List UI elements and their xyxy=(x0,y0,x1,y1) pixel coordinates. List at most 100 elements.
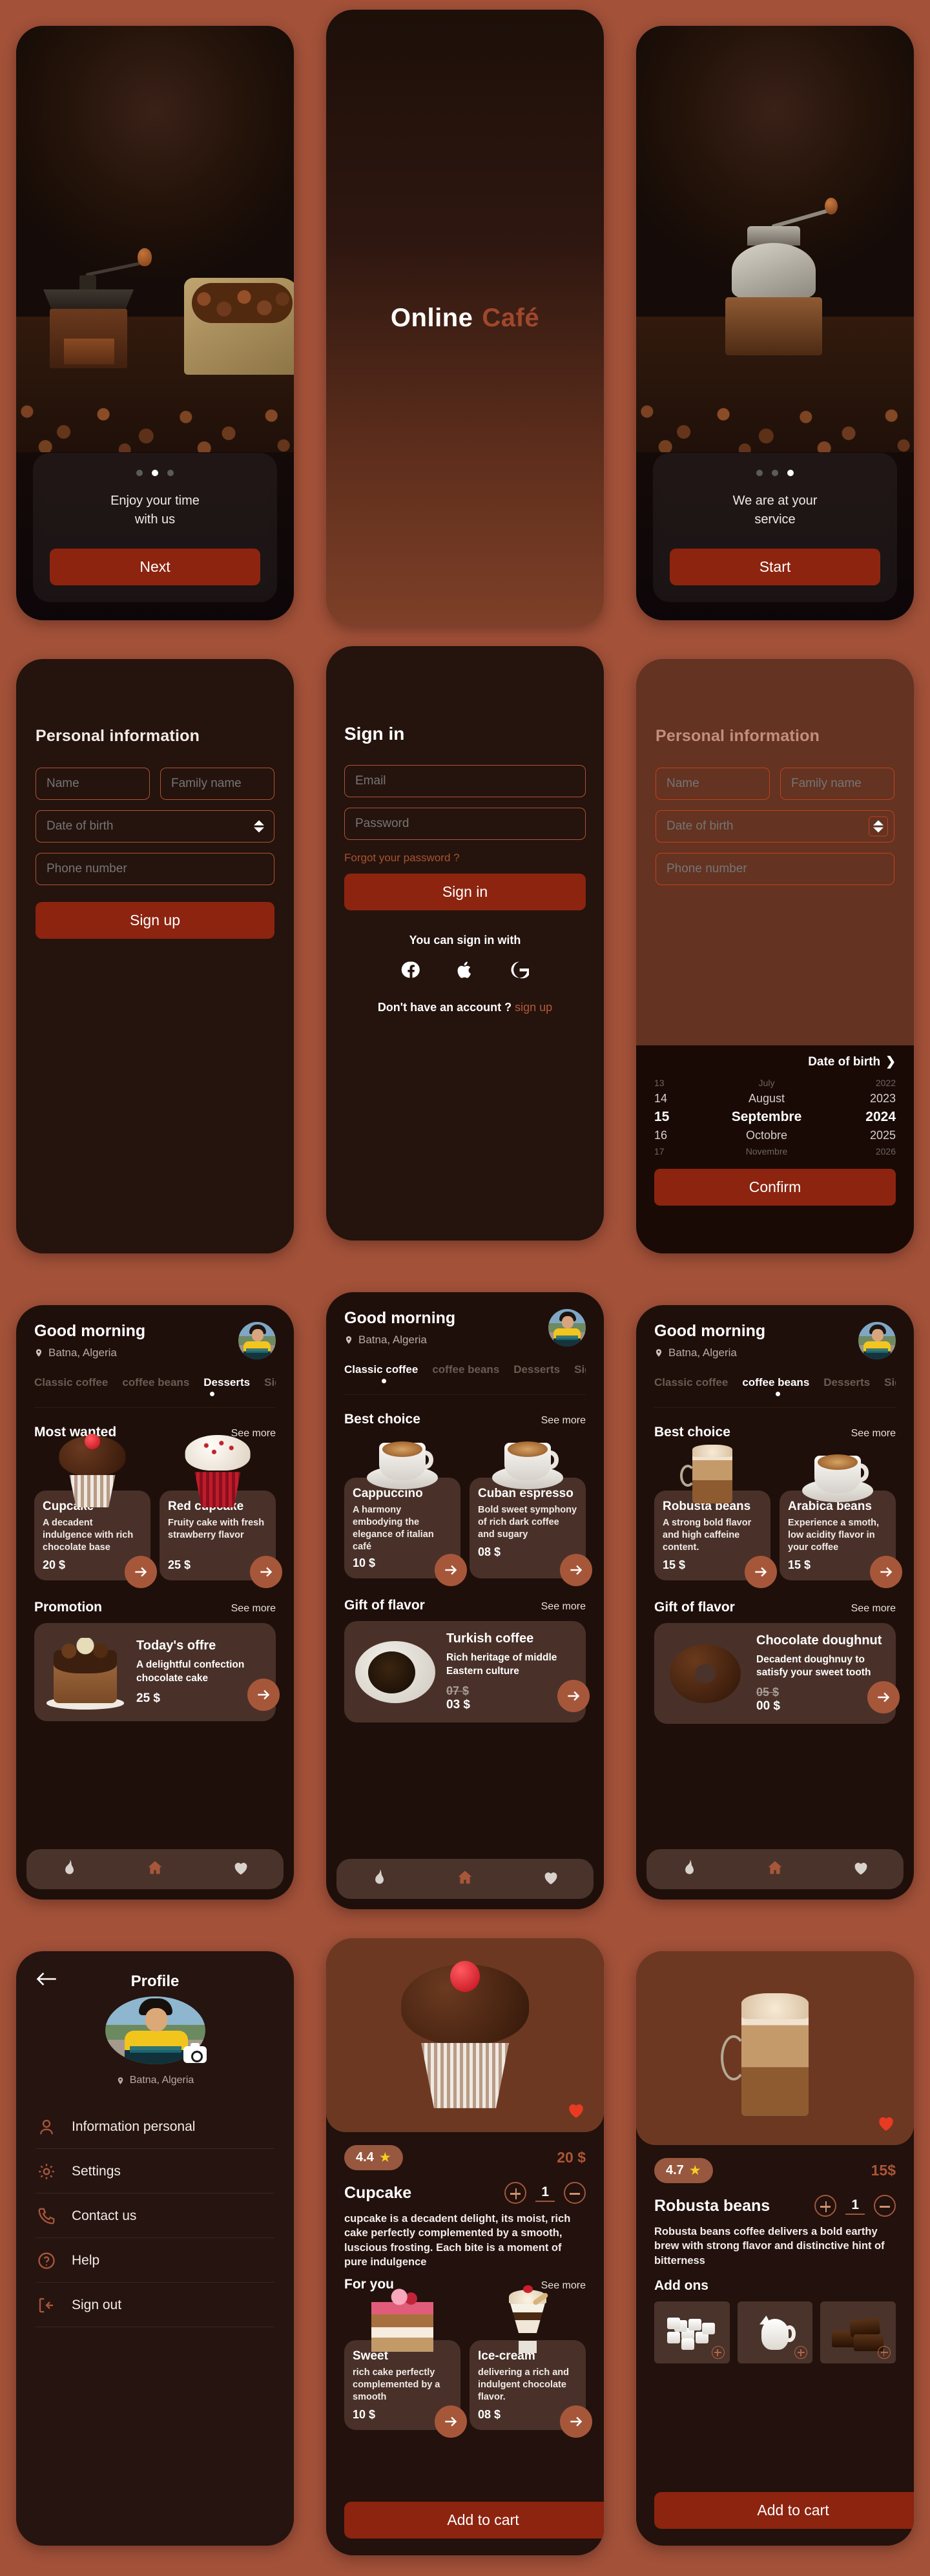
home-icon[interactable] xyxy=(456,1869,474,1890)
product-card[interactable]: Red cupcake Fruity cake with fresh straw… xyxy=(160,1434,282,1588)
product-card[interactable]: Robusta beans A strong bold flavor and h… xyxy=(654,1445,777,1588)
decrease-quantity-button[interactable] xyxy=(564,2182,586,2204)
family-name-input[interactable] xyxy=(160,768,274,800)
arrow-right-button[interactable] xyxy=(250,1556,282,1588)
menu-item-help[interactable]: Help xyxy=(36,2238,274,2283)
dot-2[interactable] xyxy=(772,470,778,476)
avatar[interactable] xyxy=(858,1322,896,1359)
tab-classic-coffee[interactable]: Classic coffee xyxy=(34,1376,108,1389)
sign-in-button[interactable]: Sign in xyxy=(344,874,586,910)
password-input[interactable] xyxy=(344,808,586,840)
flame-icon[interactable] xyxy=(60,1859,78,1880)
favorite-heart-icon[interactable] xyxy=(565,2100,587,2120)
promo-card[interactable]: Chocolate doughnut Decadent doughnuy to … xyxy=(654,1623,900,1724)
arrow-right-button[interactable] xyxy=(870,1556,902,1588)
promo-card[interactable]: Today's offre A delightful confection ch… xyxy=(34,1623,280,1721)
date-picker-rows[interactable]: 13 July 2022 14 August 2023 15 Septembre… xyxy=(654,1076,896,1158)
add-addon-icon[interactable] xyxy=(711,2345,725,2359)
see-more-link[interactable]: See more xyxy=(231,1603,276,1615)
apple-icon[interactable] xyxy=(455,960,475,983)
google-icon[interactable] xyxy=(510,960,531,983)
tab-desserts[interactable]: Desserts xyxy=(513,1363,560,1376)
arrow-right-button[interactable] xyxy=(560,1554,592,1587)
next-button[interactable]: Next xyxy=(50,549,260,585)
dot-3[interactable] xyxy=(167,470,174,476)
promo-card[interactable]: Turkish coffee Rich heritage of middle E… xyxy=(344,1621,590,1723)
flame-icon[interactable] xyxy=(680,1859,698,1880)
tab-desserts[interactable]: Desserts xyxy=(203,1376,250,1389)
add-to-cart-button[interactable]: Add to cart xyxy=(344,2502,604,2539)
phone-number-input[interactable] xyxy=(656,853,894,885)
tab-classic-coffee[interactable]: Classic coffee xyxy=(344,1363,418,1376)
dot-1[interactable] xyxy=(756,470,763,476)
date-row[interactable]: 14 August 2023 xyxy=(654,1090,896,1107)
sign-up-button[interactable]: Sign up xyxy=(36,902,274,939)
facebook-icon[interactable] xyxy=(401,960,420,983)
name-input[interactable] xyxy=(656,768,770,800)
date-of-birth-select[interactable] xyxy=(656,810,894,843)
tab-signature[interactable]: Signature xyxy=(574,1363,586,1376)
increase-quantity-button[interactable] xyxy=(504,2182,527,2204)
email-input[interactable] xyxy=(344,765,586,797)
product-card[interactable]: Cuban espresso Bold sweet symphony of ri… xyxy=(470,1441,592,1587)
increase-quantity-button[interactable] xyxy=(814,2195,837,2217)
arrow-right-button[interactable] xyxy=(867,1681,900,1714)
add-to-cart-button[interactable]: Add to cart xyxy=(654,2492,914,2529)
arrow-right-button[interactable] xyxy=(435,1554,467,1587)
product-card[interactable]: Arabica beans Experience a smoth, low ac… xyxy=(780,1454,902,1588)
addon-milk[interactable] xyxy=(737,2301,813,2363)
product-card[interactable]: Sweet rich cake perfectly complemented b… xyxy=(344,2288,467,2438)
favorite-heart-icon[interactable] xyxy=(875,2113,897,2133)
dot-1[interactable] xyxy=(136,470,143,476)
confirm-button[interactable]: Confirm xyxy=(654,1169,896,1206)
tab-desserts[interactable]: Desserts xyxy=(823,1376,870,1389)
home-icon[interactable] xyxy=(766,1859,784,1880)
addon-sugar-cubes[interactable] xyxy=(654,2301,730,2363)
name-input[interactable] xyxy=(36,768,150,800)
menu-item-contact-us[interactable]: Contact us xyxy=(36,2194,274,2238)
date-row-selected[interactable]: 15 Septembre 2024 xyxy=(654,1107,896,1127)
menu-item-sign-out[interactable]: Sign out xyxy=(36,2283,274,2327)
date-row[interactable]: 16 Octobre 2025 xyxy=(654,1127,896,1144)
decrease-quantity-button[interactable] xyxy=(874,2195,896,2217)
start-button[interactable]: Start xyxy=(670,549,880,585)
date-row[interactable]: 13 July 2022 xyxy=(654,1076,896,1090)
arrow-right-button[interactable] xyxy=(125,1556,157,1588)
product-card[interactable]: Cupcake A decadent indulgence with rich … xyxy=(34,1434,157,1588)
profile-avatar[interactable] xyxy=(105,1996,207,2064)
product-card[interactable]: Ice-cream delivering a rich and indulgen… xyxy=(470,2285,592,2438)
forgot-password-link[interactable]: Forgot your password ? xyxy=(344,852,586,864)
menu-item-information-personal[interactable]: Information personal xyxy=(36,2104,274,2149)
product-card[interactable]: Cappuccino A harmony embodying the elega… xyxy=(344,1441,467,1587)
phone-number-input[interactable] xyxy=(36,853,274,885)
flame-icon[interactable] xyxy=(370,1869,388,1890)
addon-chocolate[interactable] xyxy=(820,2301,896,2363)
arrow-right-button[interactable] xyxy=(745,1556,777,1588)
heart-icon[interactable] xyxy=(852,1859,870,1880)
arrow-right-button[interactable] xyxy=(560,2405,592,2438)
dot-2[interactable] xyxy=(152,470,158,476)
see-more-link[interactable]: See more xyxy=(541,1601,586,1613)
tab-signature[interactable]: Signature xyxy=(884,1376,896,1389)
avatar[interactable] xyxy=(238,1322,276,1359)
arrow-right-button[interactable] xyxy=(435,2405,467,2438)
date-of-birth-select[interactable] xyxy=(36,810,274,843)
sign-up-link[interactable]: sign up xyxy=(515,1001,552,1014)
camera-icon[interactable] xyxy=(183,2043,207,2063)
arrow-right-button[interactable] xyxy=(557,1679,590,1712)
tab-coffee-beans[interactable]: coffee beans xyxy=(742,1376,809,1389)
menu-item-settings[interactable]: Settings xyxy=(36,2149,274,2194)
dot-3[interactable] xyxy=(787,470,794,476)
date-row[interactable]: 17 Novembre 2026 xyxy=(654,1144,896,1158)
heart-icon[interactable] xyxy=(542,1869,560,1890)
arrow-right-button[interactable] xyxy=(247,1679,280,1711)
home-icon[interactable] xyxy=(146,1859,164,1880)
tab-coffee-beans[interactable]: coffee beans xyxy=(432,1363,499,1376)
tab-signature[interactable]: Signature xyxy=(264,1376,276,1389)
tab-classic-coffee[interactable]: Classic coffee xyxy=(654,1376,728,1389)
see-more-link[interactable]: See more xyxy=(851,1603,896,1615)
tab-coffee-beans[interactable]: coffee beans xyxy=(122,1376,189,1389)
avatar[interactable] xyxy=(548,1309,586,1346)
heart-icon[interactable] xyxy=(232,1859,250,1880)
date-picker-header[interactable]: Date of birth ❯ xyxy=(654,1054,896,1069)
